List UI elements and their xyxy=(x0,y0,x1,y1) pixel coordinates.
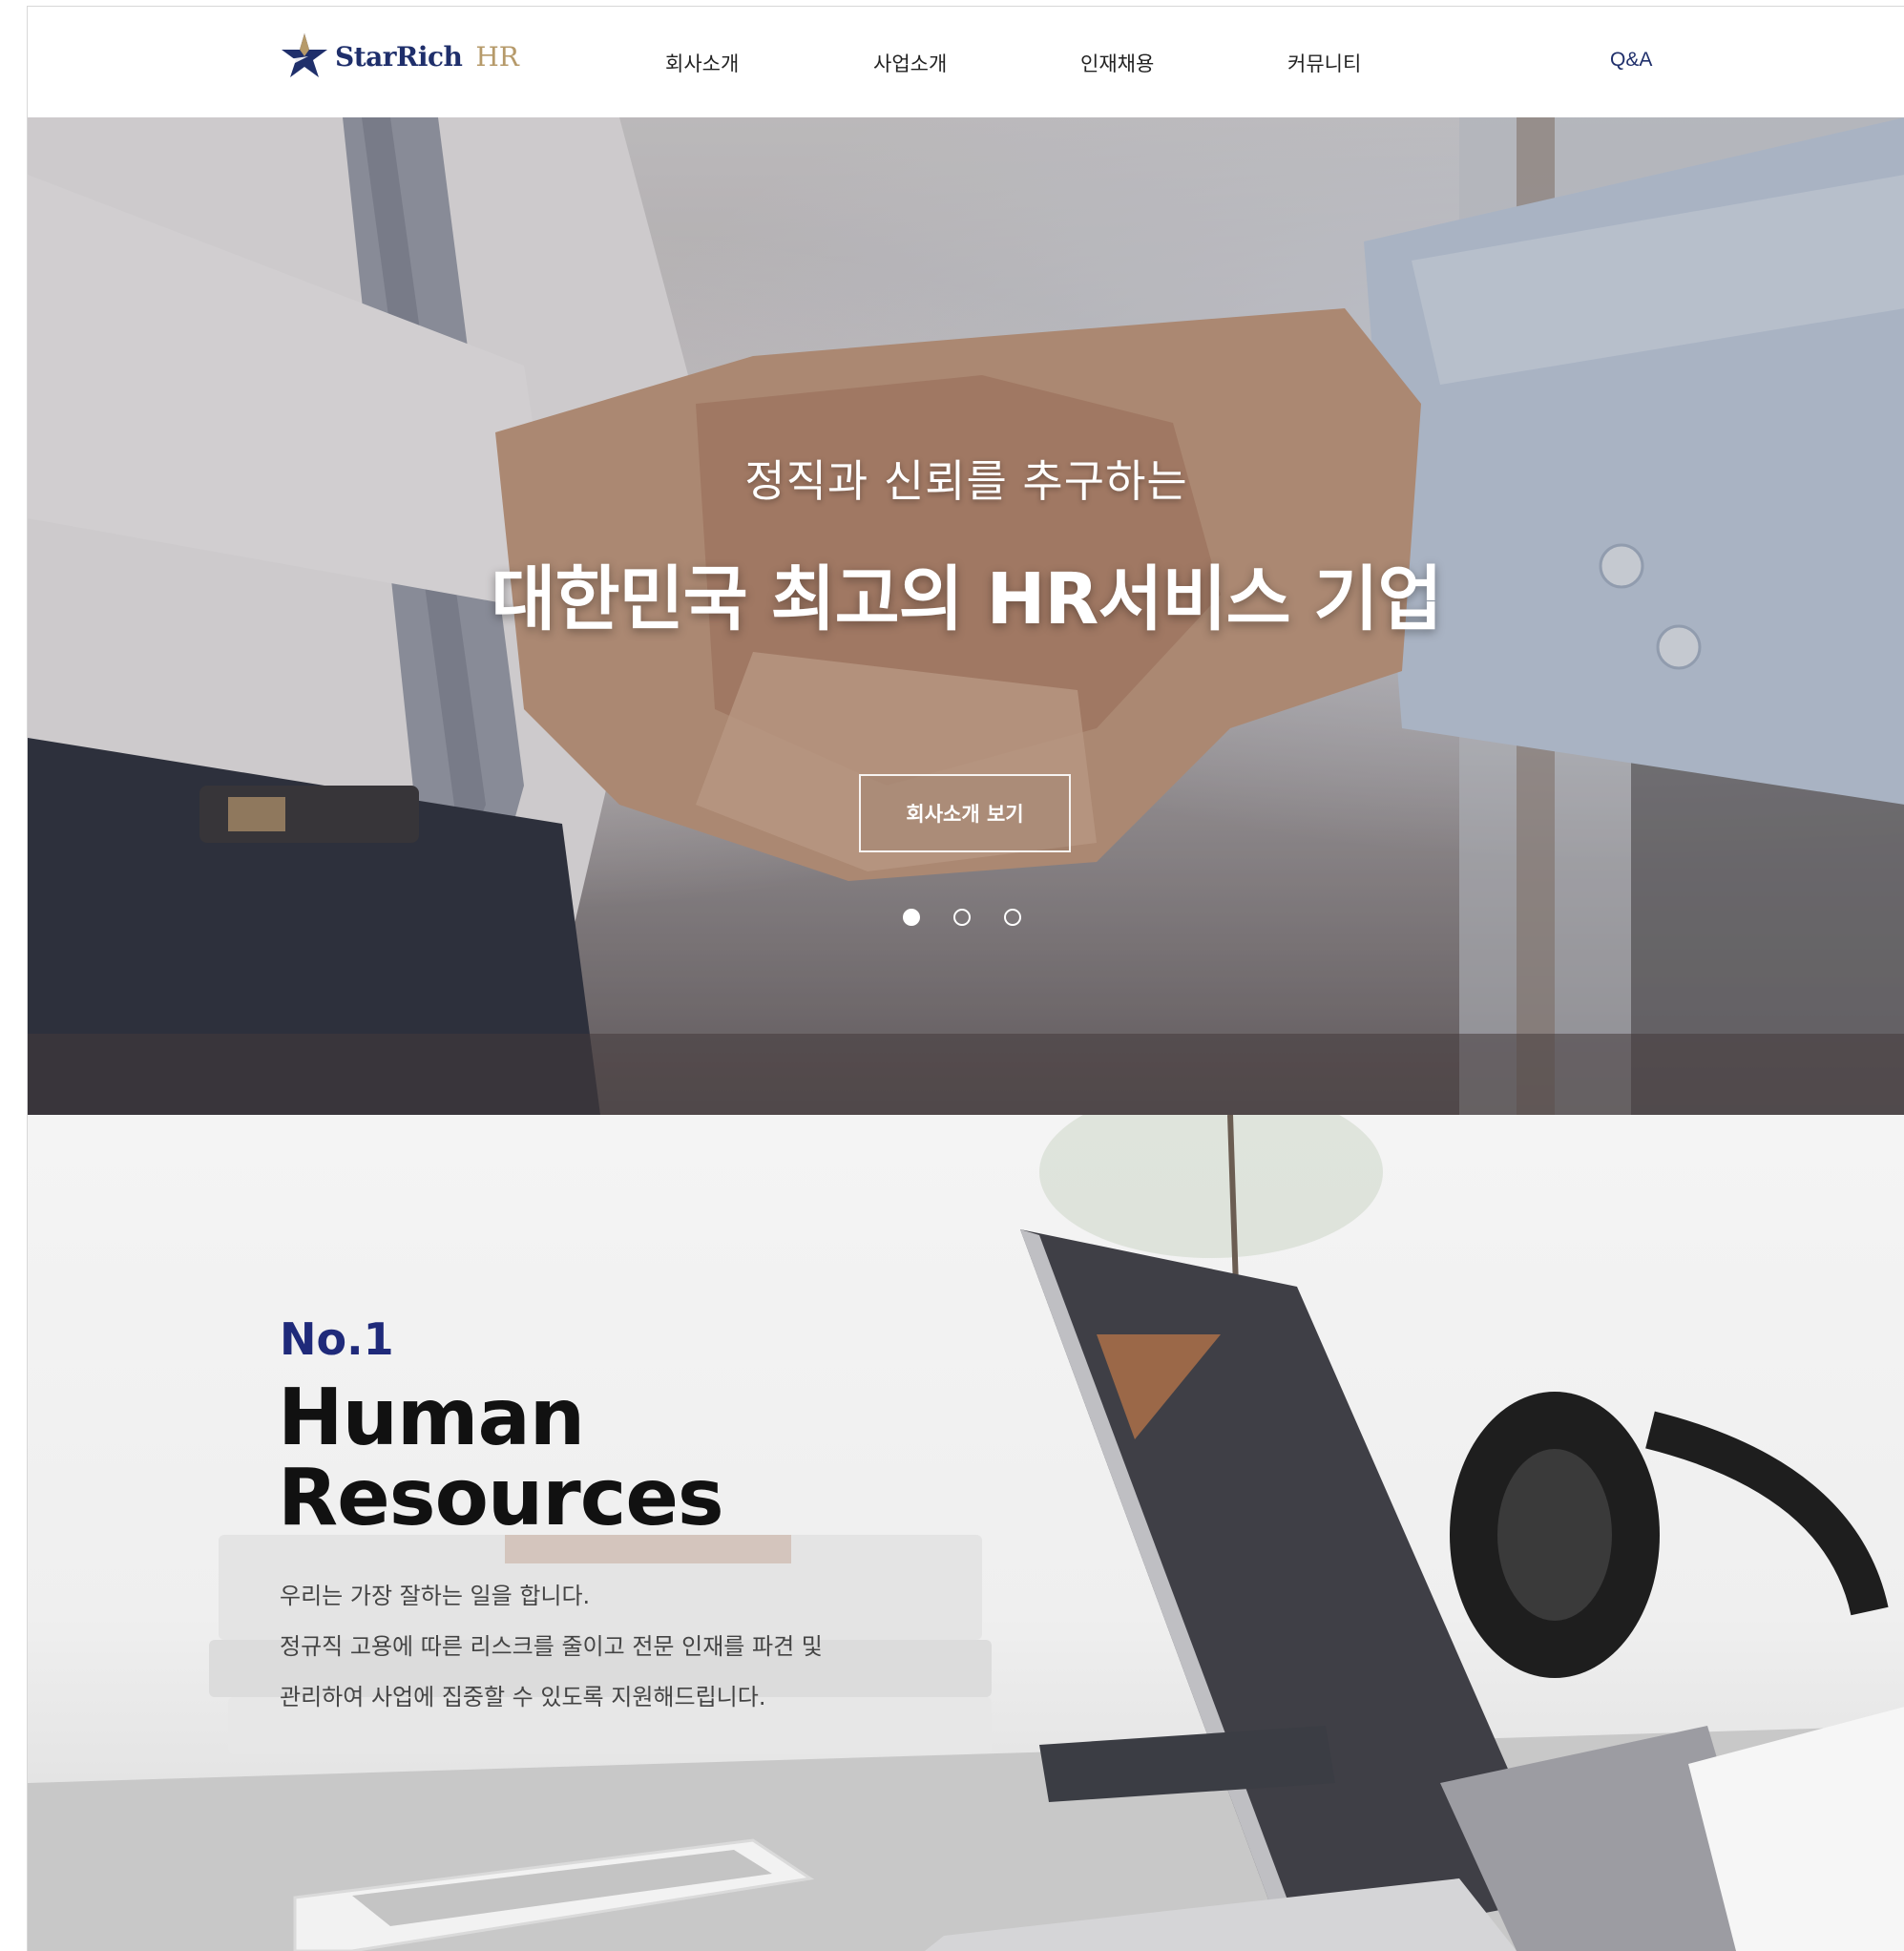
slider-dot-3[interactable] xyxy=(1004,909,1021,926)
slider-pagination xyxy=(903,909,1021,926)
nav-business-intro[interactable]: 사업소개 xyxy=(873,49,947,77)
logo-suffix: HR xyxy=(475,40,519,73)
desc-line-3: 관리하여 사업에 집중할 수 있도록 지원해드립니다. xyxy=(280,1684,766,1710)
nav-community[interactable]: 커뮤니티 xyxy=(1287,49,1361,77)
logo-text: StarRich xyxy=(335,40,463,73)
page-frame: StarRich HR 회사소개 사업소개 인재채용 커뮤니티 Q&A 정직과 … xyxy=(27,6,1904,1951)
title-line-1: Human xyxy=(278,1373,585,1463)
nav-qa[interactable]: Q&A xyxy=(1610,49,1652,72)
no1-badge: No.1 xyxy=(280,1313,394,1365)
hero-subtitle: 정직과 신뢰를 추구하는 xyxy=(744,455,1188,507)
hr-intro-section: No.1 Human Resources 우리는 가장 잘하는 일을 합니다. … xyxy=(28,1115,1904,1951)
hero-banner: 정직과 신뢰를 추구하는 대한민국 최고의 HR서비스 기업 회사소개 보기 xyxy=(28,117,1904,1115)
desc-line-2: 정규직 고용에 따른 리스크를 줄이고 전문 인재를 파견 및 xyxy=(280,1633,823,1660)
company-intro-button[interactable]: 회사소개 보기 xyxy=(859,774,1071,852)
slider-dot-1[interactable] xyxy=(903,909,920,926)
site-header: StarRich HR 회사소개 사업소개 인재채용 커뮤니티 Q&A xyxy=(28,7,1904,117)
nav-company-intro[interactable]: 회사소개 xyxy=(665,49,739,77)
section-title: Human Resources xyxy=(278,1373,724,1543)
nav-recruitment[interactable]: 인재채용 xyxy=(1080,49,1154,77)
hero-title: 대한민국 최고의 HR서비스 기업 xyxy=(491,558,1442,640)
title-line-2: Resources xyxy=(278,1453,724,1543)
site-logo[interactable]: StarRich HR xyxy=(280,28,519,85)
star-logo-icon xyxy=(282,33,327,77)
desc-line-1: 우리는 가장 잘하는 일을 합니다. xyxy=(280,1583,591,1609)
slider-dot-2[interactable] xyxy=(953,909,971,926)
section-description: 우리는 가장 잘하는 일을 합니다. 정규직 고용에 따른 리스크를 줄이고 전… xyxy=(280,1571,823,1723)
